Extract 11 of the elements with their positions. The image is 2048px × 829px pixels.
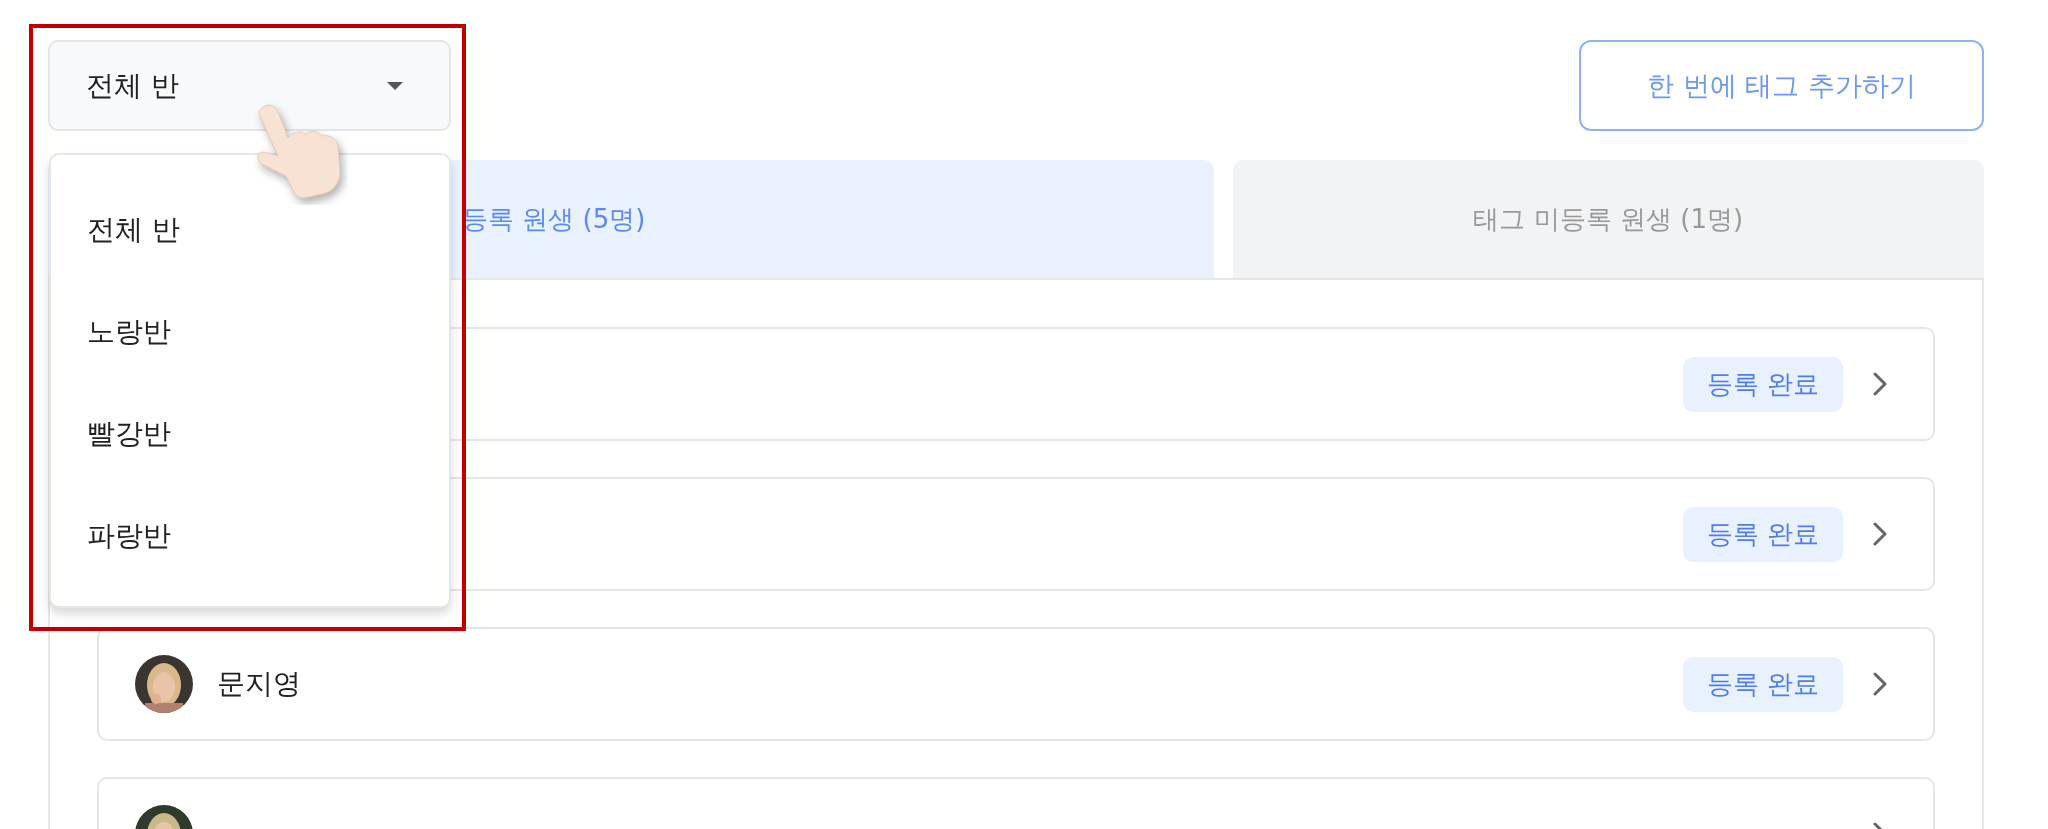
chevron-right-icon xyxy=(1873,522,1887,546)
class-select[interactable]: 전체 반 xyxy=(48,40,451,131)
chevron-right-icon xyxy=(1873,672,1887,696)
student-name: 문지영 xyxy=(217,666,301,702)
menu-item[interactable]: 전체 반 xyxy=(51,179,449,281)
caret-icon xyxy=(385,79,405,92)
status-badge: 등록 완료 xyxy=(1682,656,1843,712)
chevron-right-icon xyxy=(1873,372,1887,396)
status-badge: 등록 완료 xyxy=(1682,356,1843,412)
student-row[interactable]: 문지영 등록 완료 xyxy=(97,627,1935,741)
status-badge: 등록 완료 xyxy=(1682,506,1843,562)
